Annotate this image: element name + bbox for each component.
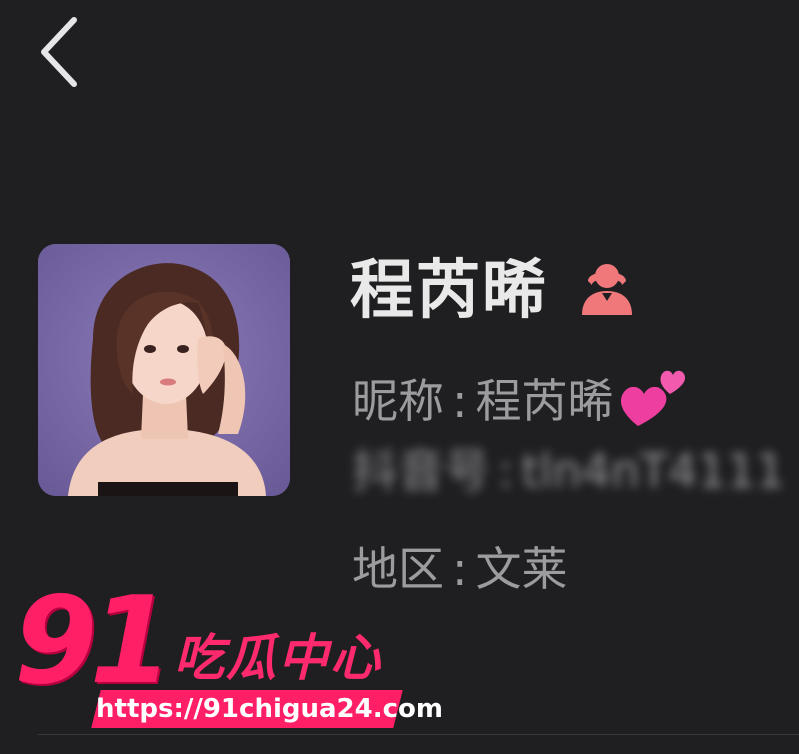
profile-screen: 程芮晞 昵称 : 程芮晞 抖音号 : tln4nT4111 地区 : 文莱 91… (0, 0, 799, 754)
nickname-row: 昵称 : 程芮晞 (352, 370, 690, 430)
avatar-image (38, 244, 290, 496)
account-label: 抖音号 (352, 444, 490, 498)
account-separator: : (498, 444, 514, 498)
watermark-url: https://91chigua24.com (96, 694, 443, 724)
back-button[interactable] (30, 14, 90, 90)
region-separator: : (452, 542, 468, 596)
profile-name-row: 程芮晞 (350, 240, 636, 330)
account-value: tln4nT4111 (521, 444, 786, 498)
chevron-left-icon (41, 17, 77, 87)
avatar[interactable] (38, 244, 290, 496)
nickname-value: 程芮晞 (475, 374, 614, 428)
two-hearts-icon (620, 370, 685, 426)
nickname-label: 昵称 (352, 374, 444, 428)
nickname-separator: : (452, 374, 468, 428)
account-row: 抖音号 : tln4nT4111 (352, 448, 785, 494)
divider (38, 734, 799, 735)
watermark-number: 91 (14, 572, 173, 711)
watermark-brand: 吃瓜中心 (174, 629, 382, 687)
watermark-url-banner: https://91chigua24.com (91, 690, 443, 728)
region-value: 文莱 (475, 542, 568, 596)
female-user-icon (582, 264, 632, 315)
watermark: 91 吃瓜中心 https://91chigua24.com (14, 572, 443, 732)
profile-name: 程芮晞 (350, 254, 548, 328)
